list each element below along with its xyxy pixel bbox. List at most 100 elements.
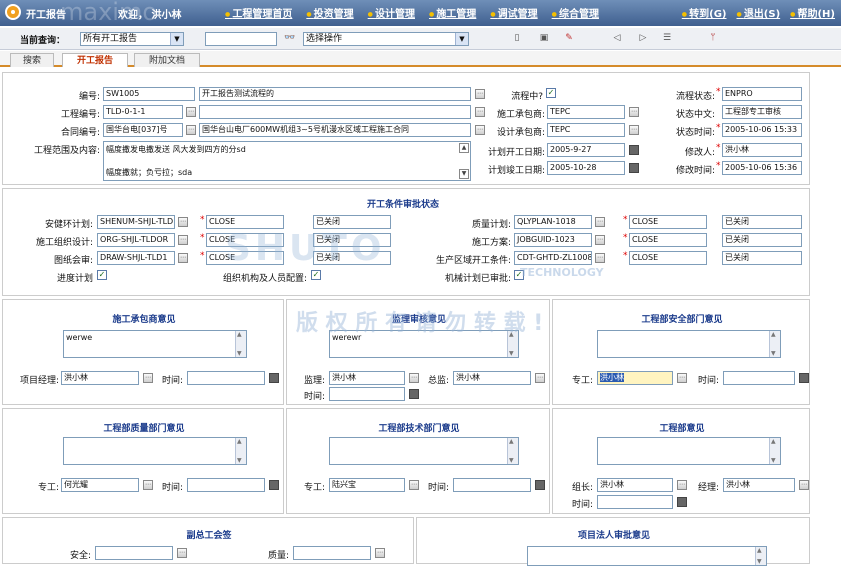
scrollbar[interactable] xyxy=(235,438,246,464)
sup-time-field[interactable] xyxy=(329,387,405,401)
mod-time-field[interactable]: 2005-10-06 15:36 xyxy=(722,161,802,175)
project-desc-field[interactable] xyxy=(199,105,471,119)
audit-left-status[interactable]: CLOSE xyxy=(206,233,284,247)
calendar-icon[interactable] xyxy=(269,373,279,383)
flow-checkbox[interactable]: ✓ xyxy=(546,88,556,98)
supervisor-opinion-textarea[interactable]: werewr xyxy=(329,330,519,358)
lookup-icon[interactable]: ⋯ xyxy=(629,125,639,135)
audit-right-code[interactable]: CDT-GHTD-ZL1008 xyxy=(514,251,592,265)
chief-field[interactable]: 洪小林 xyxy=(453,371,531,385)
search-binoculars-icon[interactable]: 👓 xyxy=(283,32,297,45)
safety-sign-field[interactable] xyxy=(95,546,173,560)
nav-debug[interactable]: 调试管理 xyxy=(490,5,538,20)
plan-end-field[interactable]: 2005-10-28 xyxy=(547,161,625,175)
calendar-icon[interactable] xyxy=(677,497,687,507)
prev-record-icon[interactable]: ◁ xyxy=(610,32,624,45)
safety-time-field[interactable] xyxy=(723,371,795,385)
nav-general[interactable]: 综合管理 xyxy=(552,5,599,20)
lookup-icon[interactable]: ⋯ xyxy=(595,253,605,263)
nav-construct[interactable]: 施工管理 xyxy=(429,5,476,20)
nav-home[interactable]: 工程管理首页 xyxy=(225,5,292,20)
nav-invest[interactable]: 投资管理 xyxy=(306,5,354,20)
quality-opinion-textarea[interactable] xyxy=(63,437,247,465)
audit-right-cn[interactable]: 已关闭 xyxy=(722,215,802,229)
audit-right-code[interactable]: JOBGUID-1023 xyxy=(514,233,592,247)
calendar-icon[interactable] xyxy=(799,373,809,383)
tab-attachments[interactable]: 附加文档 xyxy=(134,53,200,67)
query-text-input[interactable] xyxy=(205,32,277,46)
lookup-icon[interactable]: ⋯ xyxy=(409,373,419,383)
audit-right-status[interactable]: CLOSE xyxy=(629,215,707,229)
lookup-icon[interactable]: ⋯ xyxy=(799,480,809,490)
logout-link[interactable]: 退出(S) xyxy=(736,5,780,20)
tech-opinion-textarea[interactable] xyxy=(329,437,519,465)
org-checkbox[interactable]: ✓ xyxy=(311,270,321,280)
scrollbar[interactable] xyxy=(755,547,766,565)
designer-field[interactable]: TEPC xyxy=(547,123,625,137)
scrollbar[interactable] xyxy=(235,331,246,357)
contractor-opinion-textarea[interactable]: werwe xyxy=(63,330,247,358)
audit-right-cn[interactable]: 已关闭 xyxy=(722,233,802,247)
audit-left-cn[interactable]: 已关闭 xyxy=(313,251,391,265)
scroll-down-icon[interactable]: ▼ xyxy=(459,169,469,179)
list-view-icon[interactable]: ☰ xyxy=(660,32,674,45)
goto-link[interactable]: 转到(G) xyxy=(682,5,726,20)
audit-left-code[interactable]: DRAW-SHJL-TLD1 xyxy=(97,251,175,265)
contractor-field[interactable]: TEPC xyxy=(547,105,625,119)
calendar-icon[interactable] xyxy=(409,389,419,399)
project-field[interactable]: TLD-0-1-1 xyxy=(103,105,183,119)
scrollbar[interactable] xyxy=(769,438,780,464)
help-link[interactable]: 帮助(H) xyxy=(790,5,835,20)
scrollbar[interactable] xyxy=(507,438,518,464)
scrollbar[interactable] xyxy=(507,331,518,357)
tab-start-report[interactable]: 开工报告 xyxy=(62,53,128,67)
quality-time-field[interactable] xyxy=(187,478,265,492)
lookup-icon[interactable]: ⋯ xyxy=(595,235,605,245)
calendar-icon[interactable] xyxy=(535,480,545,490)
lookup-icon[interactable]: ⋯ xyxy=(629,107,639,117)
lookup-icon[interactable]: ⋯ xyxy=(143,373,153,383)
edit-pen-icon[interactable]: ✎ xyxy=(562,32,576,45)
save-icon[interactable]: ▣ xyxy=(537,32,551,45)
nav-design[interactable]: 设计管理 xyxy=(368,5,415,20)
lookup-icon[interactable]: ⋯ xyxy=(178,235,188,245)
plan-start-field[interactable]: 2005-9-27 xyxy=(547,143,625,157)
workflow-icon[interactable]: ᛘ xyxy=(706,32,720,45)
scrollbar[interactable] xyxy=(769,331,780,357)
calendar-icon[interactable] xyxy=(629,145,639,155)
calendar-icon[interactable] xyxy=(629,163,639,173)
lookup-icon[interactable]: ⋯ xyxy=(409,480,419,490)
safety-eng-field[interactable]: 洪小林 xyxy=(597,371,673,385)
lookup-icon[interactable]: ⋯ xyxy=(186,125,196,135)
legal-opinion-textarea[interactable] xyxy=(527,546,767,566)
contract-desc-field[interactable]: 国华台山电厂600MW机组3~5号机漫水区域工程施工合同 xyxy=(199,123,471,137)
status-field[interactable]: ENPRO xyxy=(722,87,802,101)
next-record-icon[interactable]: ▷ xyxy=(636,32,650,45)
new-doc-icon[interactable]: ▯ xyxy=(510,32,524,45)
audit-left-code[interactable]: ORG-SHJL-TLDOR xyxy=(97,233,175,247)
audit-right-status[interactable]: CLOSE xyxy=(629,233,707,247)
code-desc-field[interactable]: 开工报告测试流程的 xyxy=(199,87,471,101)
leader-field[interactable]: 洪小林 xyxy=(597,478,673,492)
dept-time-field[interactable] xyxy=(597,495,673,509)
query-select[interactable]: 所有开工报告 ▼ xyxy=(80,32,184,46)
scroll-up-icon[interactable]: ▲ xyxy=(459,143,469,153)
audit-left-status[interactable]: CLOSE xyxy=(206,215,284,229)
lookup-icon[interactable]: ⋯ xyxy=(186,107,196,117)
tech-eng-field[interactable]: 陆兴宝 xyxy=(329,478,405,492)
audit-left-cn[interactable]: 已关闭 xyxy=(313,215,391,229)
audit-right-cn[interactable]: 已关闭 xyxy=(722,251,802,265)
lookup-icon[interactable]: ⋯ xyxy=(677,480,687,490)
audit-left-code[interactable]: SHENUM-SHJL-TLD xyxy=(97,215,175,229)
audit-left-cn[interactable]: 已关闭 xyxy=(313,233,391,247)
tab-search[interactable]: 搜索 xyxy=(10,53,54,67)
pm-field[interactable]: 洪小林 xyxy=(61,371,139,385)
lookup-icon[interactable]: ⋯ xyxy=(595,217,605,227)
lookup-icon[interactable]: ⋯ xyxy=(677,373,687,383)
status-cn-field[interactable]: 工程部专工审核 xyxy=(722,105,802,119)
quality-sign-field[interactable] xyxy=(293,546,371,560)
lookup-icon[interactable]: ⋯ xyxy=(177,548,187,558)
modifier-field[interactable]: 洪小林 xyxy=(722,143,802,157)
lookup-icon[interactable]: ⋯ xyxy=(178,253,188,263)
tech-time-field[interactable] xyxy=(453,478,531,492)
